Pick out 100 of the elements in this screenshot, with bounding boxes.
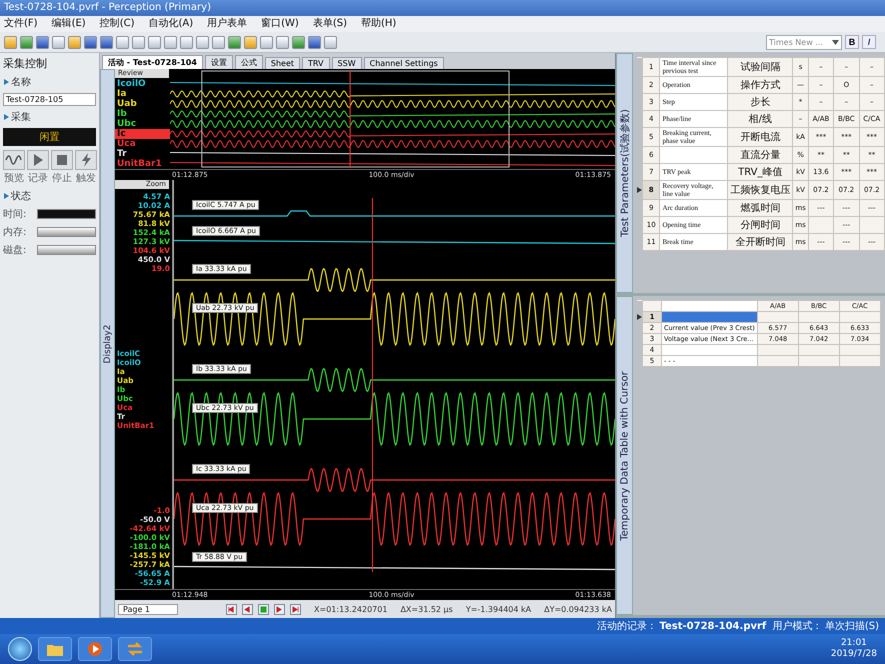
acquisition-state: 闲置 [3,128,96,146]
previous-icon[interactable] [242,604,254,614]
toolbar-button[interactable] [308,36,321,48]
clock: 21:01 2019/7/28 [830,638,878,660]
expand-arrow-icon[interactable] [3,193,9,199]
channel-name[interactable]: IcoilO [115,79,170,89]
italic-button[interactable]: I [862,35,876,49]
cursor-readout: Y=-1.394404 kA [466,604,532,614]
channel-name[interactable]: Ic [115,129,170,139]
table-cell: 燃弧时间 [728,200,793,216]
toolbar-button[interactable] [132,36,145,48]
menu-item[interactable]: 文件(F) [4,16,38,32]
table-cell [757,312,798,322]
toolbar-button[interactable] [212,36,225,48]
mode-value: 单次扫描(S) [824,620,879,633]
window-title: Test-0728-104.pvrf - Perception (Primary) [0,0,885,16]
menu-item[interactable]: 表单(S) [312,16,347,32]
first-icon[interactable] [226,604,238,614]
zoom-window-frame[interactable] [201,70,510,168]
last-icon[interactable] [290,604,302,614]
expand-arrow-icon[interactable] [3,114,9,120]
cursor-line[interactable] [350,70,351,168]
status-label: 磁盘: [3,244,28,257]
menu-item[interactable]: 窗口(W) [261,16,299,32]
section-header[interactable]: 采集 [11,110,31,124]
table-cell: 全开断时间 [728,234,793,250]
table-cell [839,356,880,366]
table-cell [798,356,840,366]
table-cell: 试验间隔 [728,58,793,76]
folder-icon [47,642,63,656]
toolbar-button[interactable] [180,36,193,48]
channel-name[interactable]: Tr [115,149,170,159]
toolbar-button[interactable] [84,36,97,48]
tab[interactable]: 设置 [204,55,233,69]
name-field[interactable]: Test-0728-105 [3,93,96,106]
next-icon[interactable] [274,604,286,614]
tab[interactable]: TRV [302,57,330,69]
channel-name[interactable]: Uca [115,139,170,149]
toolbar-button[interactable] [68,36,81,48]
channel-name[interactable]: Ia [115,89,170,99]
menu-item[interactable]: 帮助(H) [361,16,396,32]
play-icon [88,642,102,656]
bold-button[interactable]: B [845,35,859,49]
status-label: 内存: [3,226,28,239]
toolbar-button[interactable] [20,36,33,48]
table-cell [660,146,728,164]
table-cell [808,216,834,234]
taskbar-app-button[interactable] [38,637,72,661]
record-name: Test-0728-104.pvrf [660,620,766,632]
status-label: 用户模式 : [772,620,819,633]
display-side-label[interactable]: Display2 [102,324,112,363]
toolbar-button[interactable] [324,36,337,48]
expand-arrow-icon[interactable] [3,79,9,85]
section-header[interactable]: 名称 [11,75,31,89]
table-cell: 分闸时间 [728,216,793,234]
toolbar-button[interactable] [276,36,289,48]
table-cell: 相/线 [728,110,793,128]
tab[interactable]: Sheet [264,57,300,69]
menu-item[interactable]: 用户表单 [207,16,248,32]
toolbar-button[interactable] [100,36,113,48]
start-button[interactable] [8,637,32,661]
menu-item[interactable]: 编辑(E) [52,16,86,32]
toolbar-button[interactable] [244,36,257,48]
toolbar-button[interactable] [196,36,209,48]
toolbar-button[interactable] [36,36,49,48]
toolbar-button[interactable] [260,36,273,48]
channel-name[interactable]: Ubc [115,119,170,129]
channel-name[interactable]: Uab [115,99,170,109]
cursor-line[interactable] [372,198,373,572]
toolbar-button[interactable] [228,36,241,48]
toolbar-button[interactable] [52,36,65,48]
channel-name[interactable]: Ib [115,109,170,119]
stop-icon [51,150,73,170]
table-cell: TRV_峰值 [728,164,793,180]
acquisition-button[interactable]: 预览 [3,150,25,185]
tab[interactable]: 活动 - Test-0728-104 [102,55,203,69]
channel-name[interactable]: UnitBar1 [115,159,170,169]
menu-item[interactable]: 控制(C) [100,16,134,32]
toolbar-button[interactable] [292,36,305,48]
taskbar-app-button[interactable] [118,637,152,661]
tab[interactable]: SSW [332,57,362,69]
table-cell: 直流分量 [728,146,793,164]
taskbar-app-button[interactable] [78,637,112,661]
tab[interactable]: 公式 [234,55,263,69]
font-dropdown[interactable]: Times New ... [766,34,842,50]
acquisition-button[interactable]: 停止 [51,150,73,185]
acquisition-button[interactable]: 触发 [75,150,97,185]
status-label: 时间: [3,208,28,221]
page-field[interactable]: Page 1 [118,604,178,614]
toolbar-button[interactable] [116,36,129,48]
tab[interactable]: Channel Settings [364,57,444,69]
section-header[interactable]: 状态 [11,189,31,203]
cursor-readout: ΔY=0.094233 kA [544,604,612,614]
status-meter [37,227,96,237]
toolbar-button[interactable] [4,36,17,48]
acquisition-button[interactable]: 记录 [27,150,49,185]
toolbar-button[interactable] [164,36,177,48]
menu-item[interactable]: 自动化(A) [148,16,194,32]
stop-icon[interactable] [258,604,270,614]
toolbar-button[interactable] [148,36,161,48]
